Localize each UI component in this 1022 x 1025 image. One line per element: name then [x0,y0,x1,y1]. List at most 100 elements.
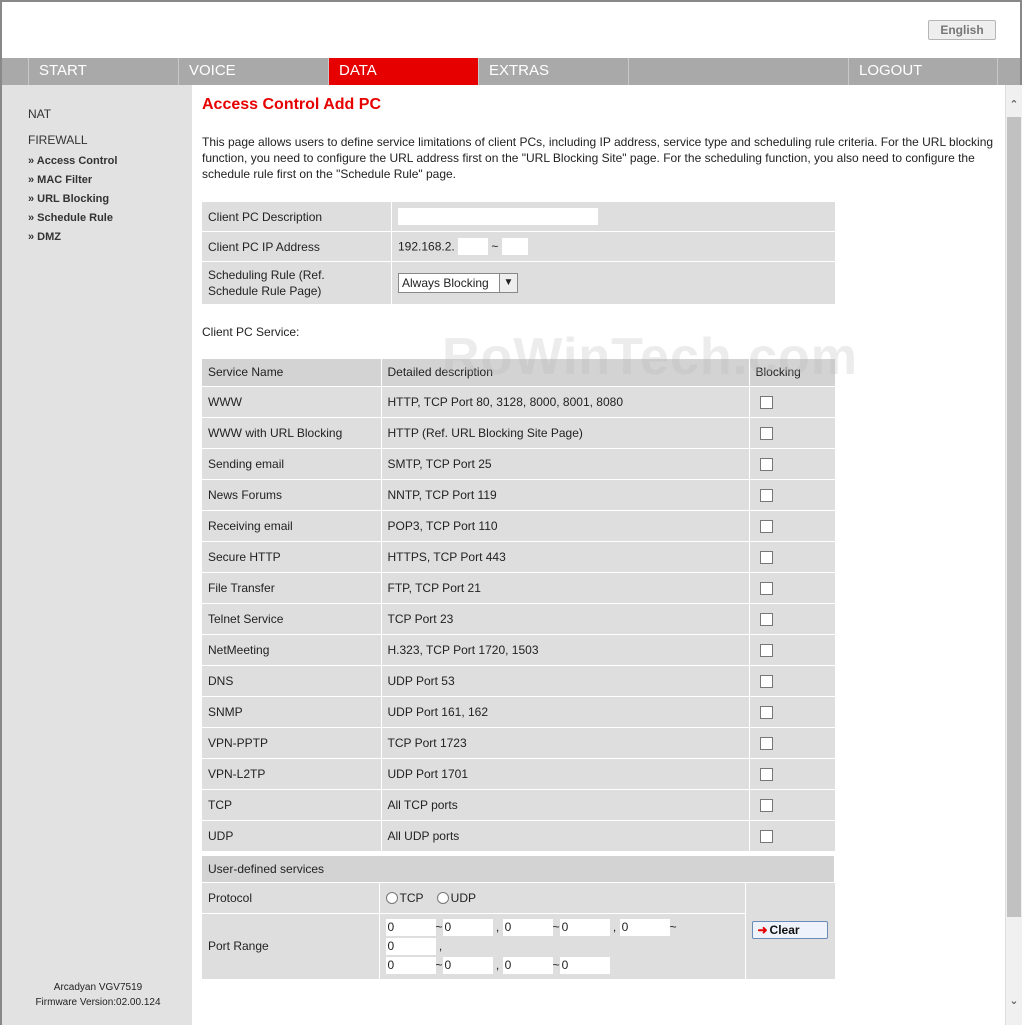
blocking-checkbox[interactable] [759,581,773,595]
nav-start[interactable]: START [28,58,178,85]
sidebar-category-firewall[interactable]: FIREWALL [28,133,88,147]
clear-cell: ➜ Clear [745,882,835,980]
service-name: TCP [202,789,382,821]
port-input[interactable]: 0 [385,956,436,974]
list-separator: , [495,957,500,972]
sidebar-item-access-control[interactable]: » Access Control [28,155,117,167]
protocol-label: Protocol [202,882,380,914]
col-blocking: Blocking [749,359,835,387]
chevron-down-icon[interactable]: ⌄ [1006,993,1022,1009]
table-row: SNMP UDP Port 161, 162 [202,696,835,728]
nav-logout[interactable]: LOGOUT [848,58,998,85]
sidebar: NAT FIREWALL » Access Control » MAC Filt… [0,85,192,1025]
blocking-cell [749,820,835,852]
service-desc: POP3, TCP Port 110 [381,510,750,542]
blocking-checkbox[interactable] [759,612,773,626]
blocking-cell [749,665,835,697]
port-input[interactable]: 0 [442,918,493,936]
sidebar-item-url-blocking[interactable]: » URL Blocking [28,193,109,205]
range-separator: ~ [435,919,443,934]
port-input[interactable]: 0 [559,918,610,936]
ip-from-input[interactable] [458,238,489,255]
service-name: News Forums [202,479,382,511]
scrollbar-thumb[interactable] [1007,117,1021,917]
service-name: DNS [202,665,382,697]
blocking-cell [749,572,835,604]
service-table-header: Service Name Detailed description Blocki… [202,359,835,387]
ip-cell: 192.168.2. ~ [392,232,835,261]
schedule-select-value: Always Blocking [402,276,489,290]
service-name: SNMP [202,696,382,728]
protocol-tcp-radio[interactable] [385,892,398,905]
blocking-checkbox[interactable] [759,488,773,502]
service-section-label: Client PC Service: [202,325,300,339]
page-title: Access Control Add PC [202,96,381,113]
ip-prefix: 192.168.2. [398,239,455,254]
blocking-checkbox[interactable] [759,767,773,781]
table-row: DNS UDP Port 53 [202,665,835,697]
service-name: Secure HTTP [202,541,382,573]
port-range-cell: 0 ~0 , 0 ~0 , 0 ~ 0 , 0 ~0 , 0 ~0 [379,913,747,980]
blocking-checkbox[interactable] [759,550,773,564]
range-separator: ~ [552,919,560,934]
vertical-scrollbar[interactable]: ⌃ ⌄ [1005,85,1022,1025]
blocking-cell [749,510,835,542]
blocking-cell [749,479,835,511]
blocking-checkbox[interactable] [759,519,773,533]
schedule-label-line2: Schedule Rule Page) [208,284,322,298]
schedule-select[interactable]: Always Blocking ▼ [398,273,518,293]
blocking-cell [749,417,835,449]
blocking-checkbox[interactable] [759,798,773,812]
description-label: Client PC Description [202,202,392,231]
service-desc: H.323, TCP Port 1720, 1503 [381,634,750,666]
service-desc: UDP Port 53 [381,665,750,697]
schedule-label: Scheduling Rule (Ref. Schedule Rule Page… [202,262,392,304]
sidebar-item-schedule-rule[interactable]: » Schedule Rule [28,212,113,224]
chevron-up-icon[interactable]: ⌃ [1006,97,1022,113]
description-input[interactable] [398,208,598,225]
service-name: WWW with URL Blocking [202,417,382,449]
list-separator: , [495,919,500,934]
blocking-checkbox[interactable] [759,736,773,750]
service-name: Receiving email [202,510,382,542]
sidebar-category-nat[interactable]: NAT [28,107,51,121]
port-input[interactable]: 0 [385,918,436,936]
clear-button[interactable]: ➜ Clear [752,920,829,939]
blocking-checkbox[interactable] [759,705,773,719]
service-table: Service Name Detailed description Blocki… [202,359,835,852]
protocol-tcp-label[interactable]: TCP [400,891,424,905]
port-input[interactable]: 0 [385,937,436,955]
service-name: File Transfer [202,572,382,604]
schedule-cell: Always Blocking ▼ [392,262,835,304]
blocking-checkbox[interactable] [759,457,773,471]
language-button[interactable]: English [928,20,996,40]
ip-to-input[interactable] [501,238,528,255]
port-range-label: Port Range [202,913,380,980]
table-row: VPN-L2TP UDP Port 1701 [202,758,835,790]
schedule-label-line1: Scheduling Rule (Ref. [208,268,325,282]
nav-extras[interactable]: EXTRAS [478,58,628,85]
service-name: VPN-PPTP [202,727,382,759]
table-row: NetMeeting H.323, TCP Port 1720, 1503 [202,634,835,666]
port-input[interactable]: 0 [442,956,493,974]
blocking-checkbox[interactable] [759,674,773,688]
sidebar-item-dmz[interactable]: » DMZ [28,231,61,243]
service-desc: HTTP, TCP Port 80, 3128, 8000, 8001, 808… [381,386,750,418]
blocking-checkbox[interactable] [759,426,773,440]
blocking-checkbox[interactable] [759,643,773,657]
port-input[interactable]: 0 [559,956,610,974]
protocol-udp-radio[interactable] [436,892,449,905]
table-row: Sending email SMTP, TCP Port 25 [202,448,835,480]
nav-voice[interactable]: VOICE [178,58,328,85]
protocol-udp-label[interactable]: UDP [451,891,476,905]
port-input[interactable]: 0 [502,956,553,974]
service-name: Telnet Service [202,603,382,635]
service-desc: HTTP (Ref. URL Blocking Site Page) [381,417,750,449]
blocking-checkbox[interactable] [759,395,773,409]
port-input[interactable]: 0 [502,918,553,936]
list-separator: , [612,919,617,934]
port-input[interactable]: 0 [619,918,670,936]
nav-data[interactable]: DATA [328,58,478,85]
sidebar-item-mac-filter[interactable]: » MAC Filter [28,174,92,186]
blocking-checkbox[interactable] [759,829,773,843]
